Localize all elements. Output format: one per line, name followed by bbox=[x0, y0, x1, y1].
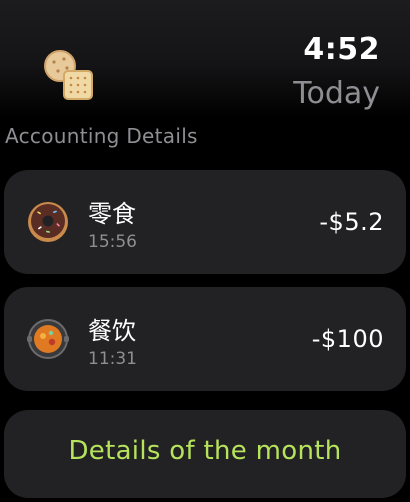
record-row-snack[interactable]: 零食 15:56 -$5.2 bbox=[4, 170, 406, 274]
month-details-label: Details of the month bbox=[68, 436, 342, 466]
record-category: 零食 bbox=[88, 200, 136, 228]
donut-icon bbox=[28, 202, 68, 242]
watch-header: 4:52 Today bbox=[0, 0, 410, 118]
clock-time: 4:52 bbox=[303, 32, 380, 67]
hotpot-icon bbox=[27, 319, 69, 359]
record-row-dining[interactable]: 餐饮 11:31 -$100 bbox=[4, 287, 406, 391]
month-details-button[interactable]: Details of the month bbox=[4, 410, 406, 498]
record-amount: -$5.2 bbox=[319, 208, 384, 236]
record-amount: -$100 bbox=[311, 325, 384, 353]
cookie-cracker-icon bbox=[44, 50, 93, 100]
record-time: 15:56 bbox=[88, 232, 137, 252]
section-title: Accounting Details bbox=[5, 124, 198, 148]
record-category: 餐饮 bbox=[88, 317, 136, 345]
record-time: 11:31 bbox=[88, 349, 137, 369]
page-title: Today bbox=[293, 76, 380, 111]
